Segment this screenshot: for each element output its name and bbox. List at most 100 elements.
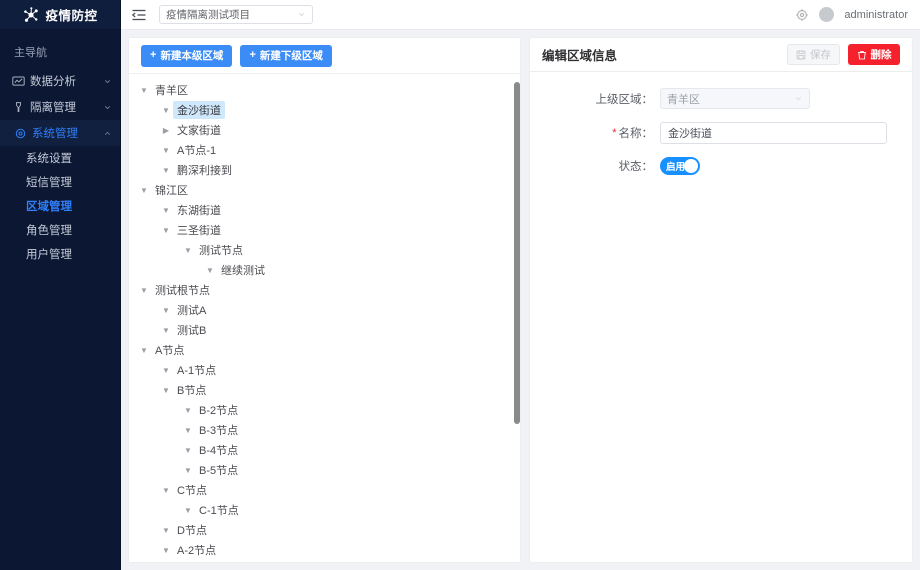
tree-node[interactable]: ▼ B节点 [129,380,520,400]
caret-down-icon[interactable]: ▼ [203,266,217,275]
project-select[interactable]: 疫情隔离测试项目 [159,5,313,24]
caret-down-icon[interactable]: ▼ [181,506,195,515]
chart-icon [12,76,25,86]
caret-down-icon[interactable]: ▼ [159,166,173,175]
sidebar-subitem-label: 角色管理 [26,225,72,237]
caret-down-icon[interactable]: ▼ [137,286,151,295]
tree-node[interactable]: ▶ 文家街道 [129,120,520,140]
tree-node[interactable]: ▼ 三圣街道 [129,220,520,240]
create-same-level-area-button[interactable]: + 新建本级区域 [141,44,233,67]
brand-logo[interactable]: 疫情防控 [0,0,120,30]
sidebar-subitem-area-management[interactable]: 区域管理 [0,194,120,218]
tree-node[interactable]: ▼ D节点 [129,520,520,540]
tree-node[interactable]: ▼ 测试节点 [129,240,520,260]
sidebar-item-label: 系统管理 [32,128,78,140]
tree-node[interactable]: ▼ B-2节点 [129,400,520,420]
save-button[interactable]: 保存 [787,44,840,65]
plus-icon: + [150,49,157,61]
tree-node-label: B节点 [177,385,207,397]
sidebar-subitem-sms-management[interactable]: 短信管理 [0,170,120,194]
tree-node-label: 测试根节点 [155,285,210,297]
menu-collapse-icon[interactable] [131,7,147,23]
caret-down-icon[interactable]: ▼ [159,526,173,535]
caret-down-icon[interactable]: ▼ [159,546,173,555]
tree-node[interactable]: ▼ 测试A [129,300,520,320]
tree-node-label: 文家街道 [177,125,221,137]
caret-down-icon[interactable]: ▼ [159,326,173,335]
sidebar-subitem-label: 用户管理 [26,249,72,261]
topbar: 疫情隔离测试项目 administrator [121,0,920,30]
caret-down-icon[interactable]: ▼ [159,106,173,115]
name-input[interactable] [660,122,887,144]
tree-node[interactable]: ▼ A节点-1 [129,140,520,160]
tree-node[interactable]: ▼ B-4节点 [129,440,520,460]
sidebar-item-quarantine[interactable]: 隔离管理 [0,94,120,120]
main-column: 疫情隔离测试项目 administrator + 新建本级区域 + 新建下级区域… [121,0,920,570]
tree-node-label: 金沙街道 [173,101,225,119]
parent-area-select[interactable]: 青羊区 [660,88,810,109]
button-label: 新建下级区域 [259,50,323,62]
tree-node[interactable]: ▼ A-2节点 [129,540,520,560]
tree-node[interactable]: ▼ 青羊区 [129,80,520,100]
status-toggle-label: 启用 [666,162,686,173]
tree-node[interactable]: ▼ 测试根节点 [129,280,520,300]
tree-node[interactable]: ▼ A节点 [129,340,520,360]
tree-node[interactable]: ▼ B-3节点 [129,420,520,440]
caret-down-icon[interactable]: ▼ [159,306,173,315]
sidebar: 疫情防控 主导航 数据分析 隔离管理 系统管理 系统设置 短信管理 区域管理 角… [0,0,121,570]
caret-down-icon[interactable]: ▼ [181,466,195,475]
caret-down-icon[interactable]: ▼ [181,406,195,415]
chevron-up-icon [104,131,111,135]
caret-down-icon[interactable]: ▼ [181,446,195,455]
caret-down-icon[interactable]: ▼ [181,246,195,255]
content-area: + 新建本级区域 + 新建下级区域 ▼ 青羊区 ▼ 金沙街道 ▶ 文家街道 ▼ A节点-1 ▼ 鹏… [121,30,920,570]
chevron-down-icon [104,105,111,109]
gear-icon[interactable] [795,8,809,22]
user-name[interactable]: administrator [844,9,908,21]
tree-node[interactable]: ▼ A-1节点 [129,360,520,380]
quarantine-icon [16,101,21,112]
tree-node-label: 测试A [177,305,207,317]
sidebar-item-data-analysis[interactable]: 数据分析 [0,68,120,94]
tree-node[interactable]: ▼ 测试B [129,320,520,340]
caret-down-icon[interactable]: ▼ [159,226,173,235]
tree-node[interactable]: ▼ 锦江区 [129,180,520,200]
tree-node-label: 青羊区 [155,85,188,97]
caret-down-icon[interactable]: ▼ [159,486,173,495]
caret-down-icon[interactable]: ▼ [137,186,151,195]
caret-down-icon[interactable]: ▼ [159,366,173,375]
tree-node[interactable]: ▼ 金沙街道 [129,100,520,120]
sidebar-subitem-user-management[interactable]: 用户管理 [0,242,120,266]
tree-node-label: A节点-1 [177,145,217,157]
caret-down-icon[interactable]: ▼ [159,386,173,395]
caret-right-icon[interactable]: ▶ [159,126,173,135]
sidebar-item-system-management[interactable]: 系统管理 [0,120,120,146]
tree-node[interactable]: ▼ 继续测试 [129,260,520,280]
tree-node[interactable]: ▼ C节点 [129,480,520,500]
caret-down-icon[interactable]: ▼ [159,206,173,215]
status-toggle[interactable]: 启用 [660,157,700,175]
caret-down-icon[interactable]: ▼ [181,426,195,435]
tree-node[interactable]: ▼ C-1节点 [129,500,520,520]
tree-node[interactable]: ▼ 鹏深利接到 [129,160,520,180]
tree-node-label: 继续测试 [221,265,265,277]
create-sub-level-area-button[interactable]: + 新建下级区域 [240,44,332,67]
tree-node[interactable]: ▼ 东湖街道 [129,200,520,220]
tree-node-label: A-1节点 [177,365,217,377]
caret-down-icon[interactable]: ▼ [137,346,151,355]
area-edit-panel: 编辑区域信息 保存 删除 上级区域： 青羊区 * 名称： 金沙街道 状态： 启用 [530,38,912,562]
tree-scrollbar[interactable] [514,82,520,424]
area-tree[interactable]: ▼ 青羊区 ▼ 金沙街道 ▶ 文家街道 ▼ A节点-1 ▼ 鹏深利接到 ▼ 锦江区 ▼ 东湖街道 ▼ 三圣街道… [129,74,520,562]
chevron-down-icon [104,79,111,83]
caret-down-icon[interactable]: ▼ [159,146,173,155]
tree-node[interactable]: ▼ B-5节点 [129,460,520,480]
avatar[interactable] [819,7,835,22]
sidebar-subitem-role-management[interactable]: 角色管理 [0,218,120,242]
caret-down-icon[interactable]: ▼ [137,86,151,95]
tree-node-label: 锦江区 [155,185,188,197]
save-disk-icon [796,50,806,59]
sidebar-subitem-system-settings[interactable]: 系统设置 [0,146,120,170]
area-tree-panel: + 新建本级区域 + 新建下级区域 ▼ 青羊区 ▼ 金沙街道 ▶ 文家街道 ▼ A节点-1 ▼ 鹏… [129,38,520,562]
delete-button[interactable]: 删除 [848,44,900,65]
tree-node-label: B-4节点 [199,445,239,457]
